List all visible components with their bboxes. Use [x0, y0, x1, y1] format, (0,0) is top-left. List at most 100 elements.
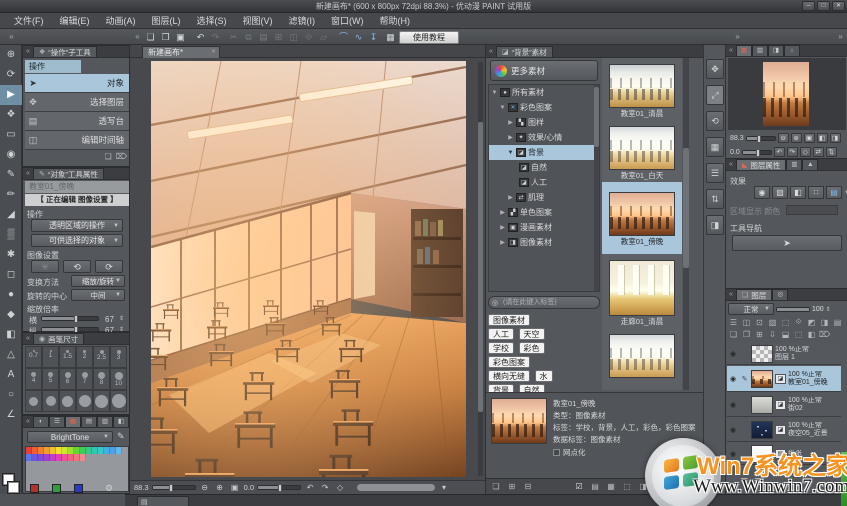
brush-size-cell[interactable]	[76, 390, 93, 412]
tag-school[interactable]: 学校	[488, 342, 514, 354]
add-folder-icon[interactable]: ⊞	[506, 482, 518, 491]
eraser-tool[interactable]: ◻	[0, 265, 22, 285]
rotate-ccw-button[interactable]: ↶	[774, 147, 785, 157]
more-materials-button[interactable]: 更多素材	[490, 60, 598, 81]
zoom-in-button[interactable]: ⊕	[791, 133, 802, 143]
tree-expand-icon[interactable]: ▶	[499, 209, 506, 216]
title-bar[interactable]: 新建画布* (600 x 800px 72dpi 88.3%) - 优动漫 PA…	[0, 0, 847, 13]
color-set-tab[interactable]: ▦	[65, 416, 81, 427]
material-item-classroom-morning[interactable]: 教室01_清晨	[602, 58, 682, 120]
tree-item-texture[interactable]: ▶⇄肌理	[489, 190, 599, 205]
layer-panel-tab[interactable]: ❏图层	[736, 289, 772, 300]
tree-item-manga-material[interactable]: ▶▣漫画素材	[489, 220, 599, 235]
intermediate-color-tab[interactable]: ▤	[81, 416, 97, 427]
edit-color-set-icon[interactable]: ✎	[117, 431, 125, 442]
thumbnail-small-icon[interactable]: ▤	[589, 482, 601, 491]
replace-material-button[interactable]: ⟲	[706, 111, 724, 131]
brush-size-cell[interactable]: 6	[59, 368, 76, 390]
color-slider-tab[interactable]: ☰	[49, 416, 65, 427]
subtool-group-tab[interactable]: 操作	[25, 60, 81, 73]
layer-search-tab[interactable]: ◎	[772, 289, 788, 300]
subtool-item-edit-timeline[interactable]: ◫ 编辑时间轴	[25, 131, 129, 150]
horizontal-scale-slider[interactable]	[41, 316, 99, 321]
grid-menu-icon[interactable]: ▦	[383, 30, 398, 44]
lock-layer-icon[interactable]: ⊡	[754, 318, 765, 327]
spinner-icon[interactable]: ⇕	[119, 315, 124, 322]
gradient-tool[interactable]: ◧	[0, 325, 22, 345]
brush-size-cell[interactable]: 2.5	[93, 346, 110, 368]
panel-collapse-icon[interactable]: «	[726, 289, 736, 300]
rotate-cw-button[interactable]: ↷	[787, 147, 798, 157]
tree-scrollbar[interactable]	[594, 85, 599, 291]
status-rotation-slider[interactable]	[257, 485, 301, 490]
zoom-tool[interactable]: ⊕	[0, 45, 22, 65]
snap-ruler-icon[interactable]: ⌒	[336, 30, 351, 44]
brush-size-cell[interactable]	[59, 390, 76, 412]
new-folder-icon[interactable]: ⊞	[754, 330, 765, 339]
zoom-out-icon[interactable]: ⊖	[199, 483, 211, 492]
brush-size-cell[interactable]: 1	[42, 346, 59, 368]
status-zoom-slider[interactable]	[152, 485, 196, 490]
reset-transform-button[interactable]: ✳	[31, 260, 59, 273]
new-folder-icon[interactable]: ❏	[490, 482, 502, 491]
panel-collapse-icon[interactable]: «	[23, 46, 33, 57]
reset-rotation-button[interactable]: ◇	[800, 147, 811, 157]
snap-special-ruler-icon[interactable]: ∿	[351, 30, 366, 44]
menu-edit[interactable]: 编辑(E)	[52, 13, 98, 29]
lock-transparent-icon[interactable]: ▧	[767, 318, 778, 327]
selectable-object-dropdown[interactable]: 可供选择的对象▼	[31, 234, 123, 247]
tag-image-material[interactable]: 图像素材	[488, 314, 530, 326]
onion-skin-tab[interactable]: ▲	[802, 159, 818, 170]
approximate-color-tab[interactable]: ▥	[97, 416, 113, 427]
fit-window-icon[interactable]: ▣	[229, 483, 241, 492]
layer-thumbnail[interactable]	[751, 345, 773, 363]
reference-layer-icon[interactable]: ◩	[806, 318, 817, 327]
tree-item-mono-pattern[interactable]: ▶▞单色图案	[489, 205, 599, 220]
delete-subtool-icon[interactable]: ⌦	[116, 152, 127, 161]
layer-row-classroom-evening[interactable]: ◉✎ ◪ 100 %正常教室01_傍晚	[727, 366, 841, 392]
reset-view-button[interactable]: ⇄	[813, 147, 824, 157]
tag-color-pattern[interactable]: 彩色图案	[488, 356, 530, 368]
menu-layer[interactable]: 图层(L)	[144, 13, 189, 29]
delete-material-icon[interactable]: ⌦	[688, 482, 700, 491]
background-color-swatch[interactable]	[7, 481, 20, 494]
tree-expand-icon[interactable]: ▼	[499, 105, 506, 111]
flip-vertical-button[interactable]: ◨	[830, 133, 841, 143]
scale-transform-icon[interactable]: ⊞	[271, 30, 286, 44]
tag-horizontal-seamless[interactable]: 横向无缝	[488, 370, 530, 382]
tag-color[interactable]: 彩色	[519, 342, 545, 354]
maximize-button[interactable]: □	[817, 1, 830, 11]
material-thumbnail[interactable]	[609, 334, 675, 378]
layer-row-street[interactable]: ◉ ◪ 100 %正常街02	[727, 393, 841, 417]
zoom-in-icon[interactable]: ⊕	[214, 483, 226, 492]
brush-size-cell[interactable]	[110, 390, 127, 412]
menu-file[interactable]: 文件(F)	[6, 13, 52, 29]
layer-row-paper[interactable]: ◉ ▤ 纸张	[727, 443, 841, 465]
list-material-button[interactable]: ☰	[706, 163, 724, 183]
checkbox-icon[interactable]	[553, 449, 560, 456]
eyedropper-tool[interactable]: ◉	[0, 145, 22, 165]
marquee-tool[interactable]: ▭	[0, 125, 22, 145]
new-file-icon[interactable]: ❏	[143, 30, 158, 44]
palette-color-icon[interactable]: ▤	[832, 318, 843, 327]
material-thumbnail[interactable]	[609, 126, 675, 170]
thumbnail-large-icon[interactable]: ▦	[605, 482, 617, 491]
show-info-icon[interactable]: ☑	[573, 482, 585, 491]
paste-icon[interactable]: ▤	[256, 30, 271, 44]
visibility-eye-icon[interactable]: ◉	[728, 426, 738, 434]
layer-row-night-sky[interactable]: ◉ ◪ 100 %正常夜空05_近景	[727, 418, 841, 442]
history-tab[interactable]: ↕	[784, 45, 800, 56]
brush-size-cell[interactable]: 10	[110, 368, 127, 390]
material-list-scrollbar[interactable]	[683, 58, 689, 390]
layer-thumbnail[interactable]	[751, 370, 773, 388]
ruler-tool[interactable]: ∠	[0, 405, 22, 425]
detail-view-icon[interactable]: ◨	[637, 482, 649, 491]
text-tool[interactable]: A	[0, 365, 22, 385]
tag-artificial[interactable]: 人工	[488, 328, 514, 340]
sort-material-button[interactable]: ⇅	[706, 189, 724, 209]
region-color-dropdown[interactable]	[786, 205, 838, 215]
chevron-down-icon[interactable]: ▾	[438, 483, 450, 492]
visibility-eye-icon[interactable]: ◉	[728, 375, 738, 383]
material-thumbnail[interactable]	[609, 192, 675, 236]
invert-selection-icon[interactable]: ▱	[316, 30, 331, 44]
